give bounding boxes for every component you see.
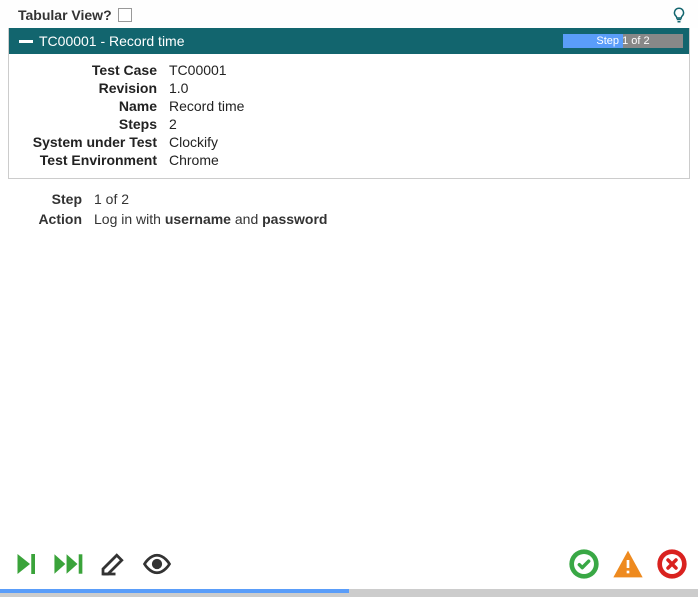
label-step: Step [12, 191, 88, 207]
view-button[interactable] [140, 549, 174, 582]
test-case-panel: TC00001 - Record time Step 1 of 2 Test C… [8, 28, 690, 179]
label-steps: Steps [13, 116, 163, 132]
next-step-button[interactable] [10, 549, 40, 582]
panel-title: TC00001 - Record time [39, 33, 185, 49]
label-name: Name [13, 98, 163, 114]
step-progress-indicator: Step 1 of 2 [563, 34, 683, 48]
value-env: Chrome [163, 152, 685, 168]
label-revision: Revision [13, 80, 163, 96]
label-action: Action [12, 211, 88, 227]
label-test-case: Test Case [13, 62, 163, 78]
edit-button[interactable] [98, 549, 128, 582]
warning-button[interactable] [612, 548, 644, 583]
value-revision: 1.0 [163, 80, 685, 96]
fast-forward-button[interactable] [52, 549, 86, 582]
footer-toolbar [0, 537, 698, 597]
collapse-icon[interactable] [19, 40, 33, 43]
pass-button[interactable] [568, 548, 600, 583]
value-action: Log in with username and password [88, 211, 686, 227]
value-test-case: TC00001 [163, 62, 685, 78]
label-env: Test Environment [13, 152, 163, 168]
tabular-view-checkbox[interactable] [118, 8, 132, 22]
label-sut: System under Test [13, 134, 163, 150]
tabular-view-label: Tabular View? [18, 7, 112, 23]
value-steps: 2 [163, 116, 685, 132]
fail-button[interactable] [656, 548, 688, 583]
footer-progress-bar [0, 589, 698, 593]
value-sut: Clockify [163, 134, 685, 150]
value-step: 1 of 2 [88, 191, 686, 207]
value-name: Record time [163, 98, 685, 114]
lightbulb-icon[interactable] [670, 6, 688, 24]
panel-header[interactable]: TC00001 - Record time Step 1 of 2 [9, 28, 689, 54]
